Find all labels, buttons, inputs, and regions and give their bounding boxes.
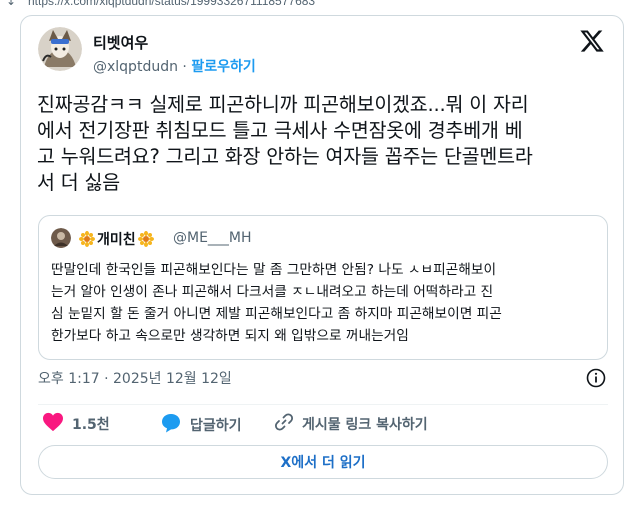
quoted-tweet-text: 딴말인데 한국인들 피곤해보인다는 말 좀 그만하면 안됨? 나도 ㅅㅂ피곤해보… — [51, 259, 597, 347]
author-handle[interactable]: @xlqptdudn — [93, 59, 178, 75]
info-icon[interactable] — [586, 368, 606, 388]
quoted-author-name[interactable]: 개미친 — [97, 229, 136, 249]
action-bar: 1.5천 답글하기 게시물 링크 복사하기 — [38, 412, 608, 436]
x-logo-icon[interactable] — [579, 28, 605, 54]
like-count: 1.5천 — [72, 417, 110, 433]
quoted-author-handle[interactable]: @ME___MH — [173, 230, 252, 246]
quoted-line: 딴말인데 한국인들 피곤해보인다는 말 좀 그만하면 안됨? 나도 ㅅㅂ피곤해보… — [51, 262, 497, 278]
read-more-on-x-button[interactable]: X에서 더 읽기 — [38, 445, 608, 479]
download-arrow-icon: ↓ — [6, 0, 17, 8]
page-url[interactable]: https://x.com/xlqptdudn/status/199933267… — [28, 0, 315, 8]
tweet-card: 티벳여우 @xlqptdudn · 팔로우하기 진짜공감ㅋㅋ 실제로 피곤하니까… — [20, 15, 624, 495]
browser-url-bar: ↓ https://x.com/xlqptdudn/status/1999332… — [0, 0, 640, 10]
tweet-timestamp[interactable]: 오후 1:17 · 2025년 12월 12일 — [38, 368, 232, 388]
reply-label: 답글하기 — [190, 418, 242, 434]
quoted-line: 한가보다 하고 속으로만 생각하면 되지 왜 입밖으로 꺼내는거임 — [51, 328, 409, 344]
tweet-line: 서 더 싫음 — [37, 171, 120, 194]
follow-button[interactable]: 팔로우하기 — [191, 59, 255, 75]
speech-bubble-icon — [160, 412, 182, 438]
quoted-tweet[interactable]: 개미친 @ME___MH 딴말인데 한국인들 피곤해보인다는 말 좀 그만하면 … — [38, 215, 608, 360]
quoted-line: 심 눈밑지 할 돈 줄거 아니면 제발 피곤해보인다고 좀 하지마 피곤해보이면… — [51, 306, 502, 322]
tweet-text: 진짜공감ㅋㅋ 실제로 피곤하니까 피곤해보이겠죠...뭐 이 자리 에서 전기장… — [37, 92, 609, 196]
quoted-line: 는거 알아 인생이 존나 피곤해서 다크서클 ㅈㄴ내려오고 하는데 어떡하라고 … — [51, 284, 494, 300]
heart-icon — [42, 412, 64, 436]
quoted-author-avatar[interactable] — [51, 228, 71, 248]
author-avatar[interactable] — [38, 27, 82, 71]
tweet-line: 고 누워드려요? 그리고 화장 안하는 여자들 꼽주는 단골멘트라 — [37, 145, 533, 168]
author-name[interactable]: 티벳여우 — [93, 32, 148, 53]
link-icon — [274, 412, 294, 436]
sunflower-emoji-icon — [79, 231, 95, 247]
divider — [38, 404, 608, 405]
meta-separator: · — [182, 59, 187, 75]
tweet-line: 진짜공감ㅋㅋ 실제로 피곤하니까 피곤해보이겠죠...뭐 이 자리 — [37, 93, 529, 116]
copy-link-label: 게시물 링크 복사하기 — [302, 417, 428, 433]
reply-button[interactable]: 답글하기 — [160, 412, 242, 438]
sunflower-emoji-icon — [137, 231, 154, 247]
copy-link-button[interactable]: 게시물 링크 복사하기 — [274, 412, 428, 436]
author-meta: @xlqptdudn · 팔로우하기 — [93, 56, 256, 76]
like-button[interactable]: 1.5천 — [42, 412, 110, 436]
quoted-author-name-row: 개미친 — [77, 229, 156, 249]
tweet-line: 에서 전기장판 취침모드 틀고 극세사 수면잠옷에 경추베개 베 — [37, 119, 523, 142]
